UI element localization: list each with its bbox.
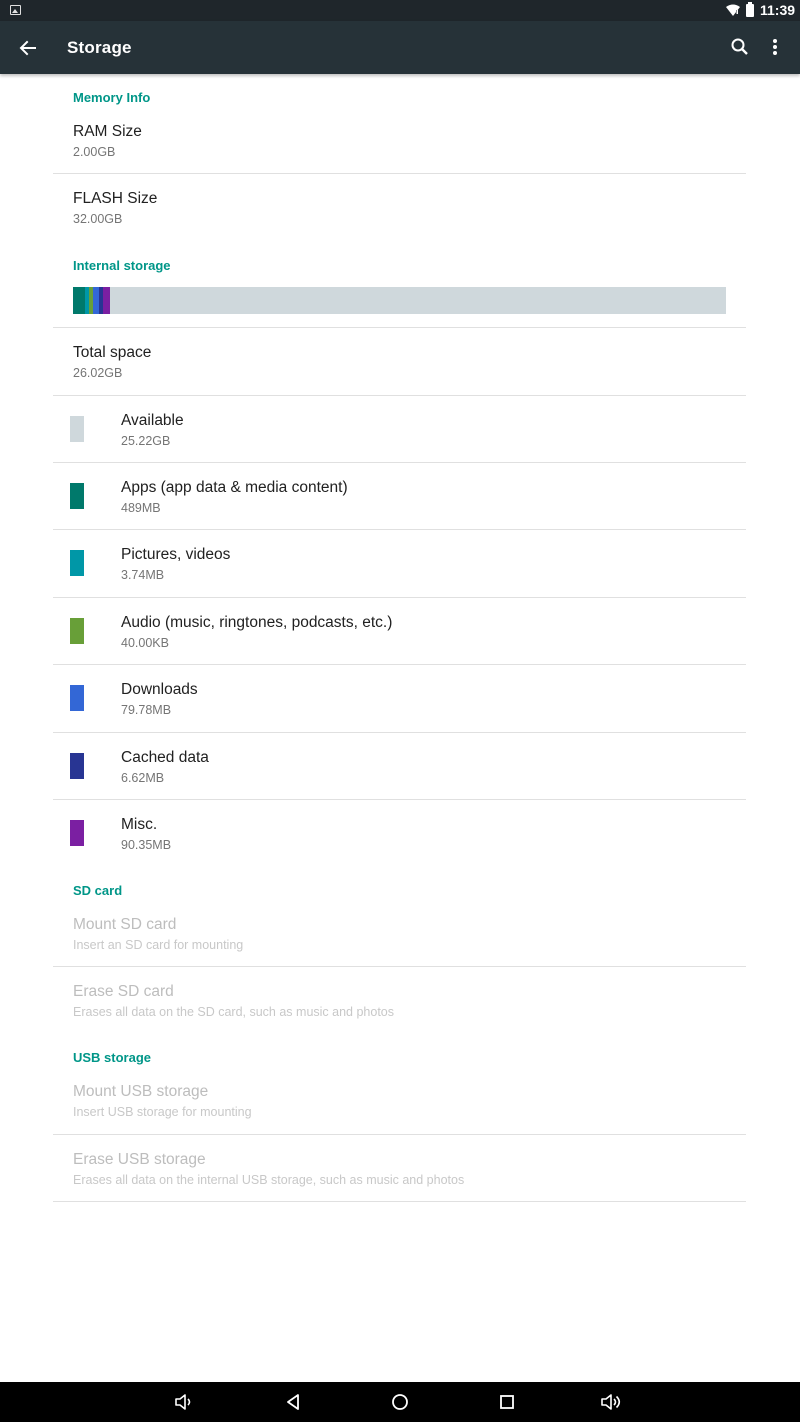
total-space-title: Total space <box>73 344 152 361</box>
color-swatch <box>70 550 84 576</box>
home-icon[interactable] <box>388 1390 412 1414</box>
erase-sd-card-title: Erase SD card <box>73 983 174 1000</box>
section-header-usb-storage: USB storage <box>73 1050 152 1065</box>
battery-icon <box>746 2 754 17</box>
color-swatch <box>70 753 84 779</box>
category-label: Cached data <box>121 749 209 766</box>
storage-usage-bar <box>73 287 726 314</box>
erase-usb-storage-item[interactable]: Erase USB storage Erases all data on the… <box>53 1146 746 1201</box>
category-label: Misc. <box>121 816 158 833</box>
storage-category-downloads[interactable]: Downloads 79.78MB <box>53 665 746 732</box>
color-swatch <box>70 483 84 509</box>
section-header-sd-card: SD card <box>73 883 123 898</box>
flash-size-value: 32.00GB <box>73 212 123 226</box>
category-size: 79.78MB <box>121 703 172 717</box>
wifi-icon <box>726 4 740 16</box>
back-icon[interactable] <box>281 1390 305 1414</box>
category-size: 40.00KB <box>121 636 169 650</box>
total-space-item[interactable]: Total space 26.02GB <box>53 339 746 394</box>
category-size: 489MB <box>121 501 161 515</box>
divider <box>53 1201 746 1202</box>
flash-size-title: FLASH Size <box>73 190 158 207</box>
usage-segment <box>73 287 85 314</box>
ram-size-item[interactable]: RAM Size 2.00GB <box>53 118 746 173</box>
mount-usb-storage-summary: Insert USB storage for mounting <box>73 1105 252 1119</box>
flash-size-item[interactable]: FLASH Size 32.00GB <box>53 185 746 240</box>
storage-category-available[interactable]: Available 25.22GB <box>53 396 746 463</box>
erase-sd-card-summary: Erases all data on the SD card, such as … <box>73 1005 395 1019</box>
recents-icon[interactable] <box>495 1390 519 1414</box>
category-label: Downloads <box>121 681 198 698</box>
ram-size-value: 2.00GB <box>73 145 116 159</box>
storage-category-audio[interactable]: Audio (music, ringtones, podcasts, etc.)… <box>53 598 746 665</box>
category-size: 90.35MB <box>121 838 172 852</box>
page-title: Storage <box>67 38 132 57</box>
color-swatch <box>70 685 84 711</box>
category-label: Apps (app data & media content) <box>121 479 348 496</box>
category-label: Available <box>121 412 184 429</box>
app-bar: Storage <box>0 21 800 74</box>
color-swatch <box>70 618 84 644</box>
storage-category-cached-data[interactable]: Cached data 6.62MB <box>53 733 746 800</box>
color-swatch <box>70 820 84 846</box>
mount-usb-storage-item[interactable]: Mount USB storage Insert USB storage for… <box>53 1078 746 1133</box>
mount-usb-storage-title: Mount USB storage <box>73 1083 209 1100</box>
storage-category-misc[interactable]: Misc. 90.35MB <box>53 800 746 867</box>
mount-sd-card-summary: Insert an SD card for mounting <box>73 938 244 952</box>
color-swatch <box>70 416 84 442</box>
erase-sd-card-item[interactable]: Erase SD card Erases all data on the SD … <box>53 978 746 1033</box>
divider <box>53 966 746 967</box>
volume-up-icon[interactable] <box>600 1390 624 1414</box>
category-label: Audio (music, ringtones, podcasts, etc.) <box>121 614 393 631</box>
total-space-value: 26.02GB <box>73 366 123 380</box>
category-size: 25.22GB <box>121 434 171 448</box>
ram-size-title: RAM Size <box>73 123 142 140</box>
navigation-bar <box>0 1382 800 1422</box>
status-bar: 11:39 <box>0 0 800 21</box>
divider <box>53 173 746 174</box>
storage-category-pictures[interactable]: Pictures, videos 3.74MB <box>53 530 746 597</box>
section-header-memory-info: Memory Info <box>73 90 151 105</box>
category-size: 3.74MB <box>121 568 165 582</box>
search-icon[interactable] <box>728 35 752 59</box>
section-header-internal-storage: Internal storage <box>73 258 171 273</box>
clock: 11:39 <box>760 2 796 18</box>
mount-sd-card-title: Mount SD card <box>73 916 177 933</box>
erase-usb-storage-title: Erase USB storage <box>73 1151 206 1168</box>
mount-sd-card-item[interactable]: Mount SD card Insert an SD card for moun… <box>53 911 746 966</box>
divider <box>53 327 746 328</box>
erase-usb-storage-summary: Erases all data on the internal USB stor… <box>73 1173 465 1187</box>
usage-segment <box>103 287 110 314</box>
category-size: 6.62MB <box>121 771 165 785</box>
arrow-back-icon[interactable] <box>14 34 42 62</box>
divider <box>53 1134 746 1135</box>
more-vert-icon[interactable] <box>766 35 784 59</box>
category-label: Pictures, videos <box>121 546 231 563</box>
storage-category-apps[interactable]: Apps (app data & media content) 489MB <box>53 463 746 530</box>
volume-down-icon[interactable] <box>172 1390 196 1414</box>
gallery-icon <box>10 5 21 15</box>
